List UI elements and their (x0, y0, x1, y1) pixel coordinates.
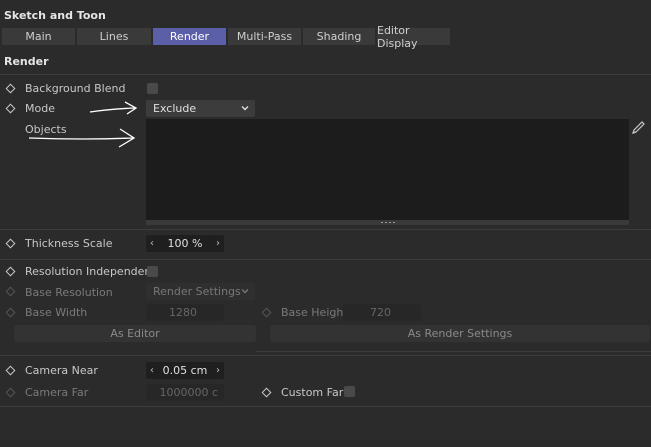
tab-bar: Main Lines Render Multi-Pass Shading Edi… (2, 24, 450, 50)
decrement-arrow-icon[interactable]: ‹ (147, 238, 157, 249)
divider (0, 74, 651, 75)
pencil-icon[interactable] (631, 121, 647, 135)
camera-far-label: Camera Far (25, 386, 89, 399)
background-blend-checkbox[interactable] (147, 83, 158, 94)
custom-far-label: Custom Far (281, 386, 344, 399)
base-height-field: 720 (343, 304, 421, 321)
as-editor-button[interactable]: As Editor (14, 325, 256, 342)
custom-far-checkbox[interactable] (344, 386, 355, 397)
keyframe-diamond-icon (5, 286, 16, 297)
resolution-independent-checkbox[interactable] (147, 266, 158, 277)
divider (0, 355, 651, 356)
base-height-label: Base Height (281, 306, 348, 319)
resolution-independent-label: Resolution Independent (25, 265, 156, 278)
panel-title: Sketch and Toon (4, 9, 106, 22)
divider (0, 229, 651, 230)
background-blend-label: Background Blend (25, 82, 126, 95)
objects-list[interactable] (146, 119, 629, 220)
as-render-settings-button[interactable]: As Render Settings (270, 325, 650, 342)
objects-list-resize-handle[interactable] (146, 220, 629, 225)
thickness-scale-label: Thickness Scale (25, 237, 113, 250)
thickness-scale-value: 100 % (167, 237, 203, 250)
objects-label: Objects (25, 123, 67, 136)
keyframe-diamond-icon (5, 387, 16, 398)
camera-near-label: Camera Near (25, 364, 98, 377)
tab-main[interactable]: Main (2, 28, 75, 45)
divider (0, 259, 651, 260)
keyframe-diamond-icon[interactable] (5, 266, 16, 277)
keyframe-diamond-icon[interactable] (5, 365, 16, 376)
chevron-down-icon (241, 289, 249, 294)
divider (256, 351, 651, 352)
grip-icon (380, 222, 395, 223)
keyframe-diamond-icon[interactable] (261, 387, 272, 398)
tab-render[interactable]: Render (153, 28, 226, 45)
mode-dropdown[interactable]: Exclude (146, 100, 255, 117)
section-title: Render (4, 55, 49, 68)
base-resolution-value: Render Settings (153, 285, 241, 298)
mode-value: Exclude (153, 102, 197, 115)
tab-lines[interactable]: Lines (77, 28, 151, 45)
tab-shading[interactable]: Shading (303, 28, 375, 45)
tab-multi-pass[interactable]: Multi-Pass (228, 28, 301, 45)
chevron-down-icon (241, 106, 249, 111)
divider (0, 406, 651, 407)
camera-near-field[interactable]: ‹ 0.05 cm › (146, 362, 224, 379)
increment-arrow-icon[interactable]: › (213, 365, 223, 376)
keyframe-diamond-icon[interactable] (5, 103, 16, 114)
increment-arrow-icon[interactable]: › (213, 238, 223, 249)
camera-near-value: 0.05 cm (162, 364, 208, 377)
base-width-field: 1280 (146, 304, 224, 321)
mode-label: Mode (25, 102, 55, 115)
keyframe-diamond-icon (261, 307, 272, 318)
base-width-label: Base Width (25, 306, 88, 319)
keyframe-diamond-icon[interactable] (5, 83, 16, 94)
base-resolution-dropdown: Render Settings (146, 283, 255, 300)
annotation-arrow-icon (89, 101, 138, 115)
decrement-arrow-icon[interactable]: ‹ (147, 365, 157, 376)
thickness-scale-field[interactable]: ‹ 100 % › (146, 235, 224, 252)
tab-editor-display[interactable]: Editor Display (377, 24, 450, 50)
keyframe-diamond-icon (5, 307, 16, 318)
camera-far-field: 1000000 c (146, 384, 224, 401)
base-resolution-label: Base Resolution (25, 286, 113, 299)
keyframe-diamond-icon[interactable] (5, 238, 16, 249)
